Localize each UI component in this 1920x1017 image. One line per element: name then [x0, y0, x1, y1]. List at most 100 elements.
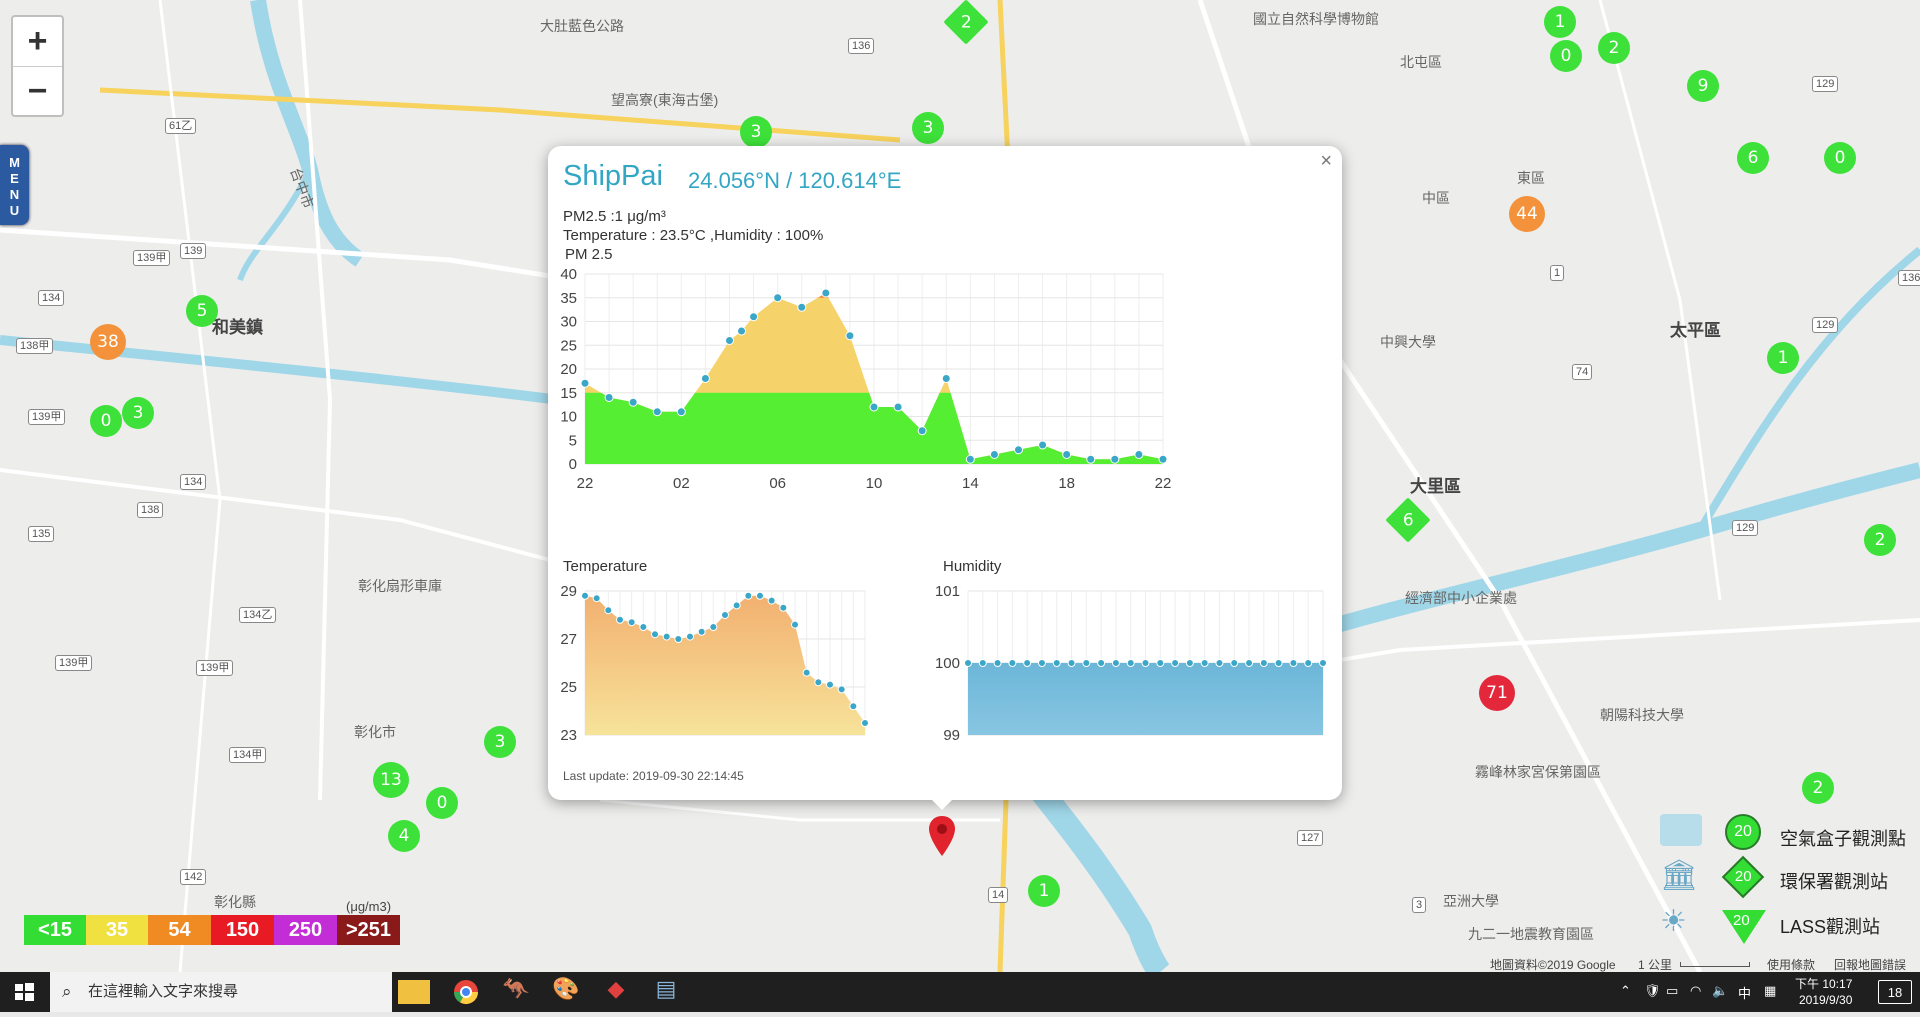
data-point: [964, 659, 972, 667]
scale-bar: [1680, 962, 1750, 967]
last-update: Last update: 2019-09-30 22:14:45: [563, 769, 744, 783]
report-link[interactable]: 回報地圖錯誤: [1834, 956, 1906, 972]
zoom-out-button[interactable]: −: [13, 66, 62, 115]
data-point: [662, 632, 671, 641]
sensor-marker[interactable]: 2: [1598, 32, 1630, 64]
legend-item: 150: [211, 915, 274, 945]
notification-center-icon[interactable]: 18: [1878, 980, 1912, 1004]
clock[interactable]: 下午 10:17 2019/9/30: [1795, 976, 1852, 1008]
sensor-marker[interactable]: 0: [1824, 142, 1856, 174]
taskbar-search[interactable]: ⌕ 在這裡輸入文字來搜尋: [50, 972, 392, 1012]
y-tick-label: 0: [569, 456, 577, 473]
map[interactable]: 大肚藍色公路 望高寮(東海古堡) 國立自然科學博物館 北屯區 中區 東區 太平區…: [0, 0, 1920, 972]
data-point: [767, 596, 776, 605]
data-point: [700, 374, 710, 383]
sensor-marker[interactable]: 38: [90, 324, 126, 360]
data-point: [1126, 659, 1135, 667]
data-point: [674, 635, 683, 643]
data-point: [837, 685, 846, 694]
notepad-icon[interactable]: ▤: [646, 976, 686, 1008]
scale-label: 1 公里: [1638, 958, 1673, 972]
battery-icon[interactable]: ▭: [1666, 983, 1678, 999]
road-shield: 127: [1297, 830, 1324, 846]
legend-item: >251: [337, 915, 400, 945]
data-point: [869, 402, 879, 412]
sensor-marker[interactable]: 3: [122, 397, 154, 429]
app-icon[interactable]: 🦘: [496, 976, 536, 1008]
data-point: [756, 591, 764, 600]
data-point: [989, 450, 999, 459]
sensor-marker[interactable]: 13: [373, 762, 409, 798]
data-point: [709, 623, 718, 631]
app-icon[interactable]: ◆: [596, 976, 636, 1008]
data-point: [627, 618, 636, 627]
tray-chevron-icon[interactable]: ⌃: [1620, 983, 1631, 999]
zoom-control: + −: [11, 15, 64, 117]
chrome-icon[interactable]: [446, 976, 486, 1008]
data-point: [802, 668, 811, 677]
data-point: [1230, 659, 1239, 667]
x-tick-label: 22: [1155, 475, 1172, 492]
sensor-marker[interactable]: 1: [1767, 342, 1799, 374]
pm25-reading: PM2.5 :1 μg/m³: [563, 208, 666, 225]
area-fill: [968, 663, 1323, 735]
road-shield: 139甲: [196, 660, 234, 676]
x-tick-label: 06: [769, 475, 786, 492]
data-point: [917, 426, 927, 436]
sensor-marker[interactable]: 4: [388, 820, 420, 852]
data-point: [1038, 440, 1048, 450]
selected-location-pin-icon[interactable]: [929, 816, 955, 856]
sensor-marker[interactable]: 3: [484, 726, 516, 758]
y-tick-label: 29: [560, 583, 577, 600]
data-point: [628, 397, 638, 407]
data-point: [604, 606, 613, 615]
data-point: [652, 407, 662, 417]
close-button[interactable]: ×: [1320, 150, 1332, 173]
road-shield: 1: [1550, 265, 1565, 281]
sensor-marker[interactable]: 71: [1479, 675, 1515, 711]
sensor-marker[interactable]: 5: [186, 295, 218, 327]
sensor-marker[interactable]: 2: [1802, 772, 1834, 804]
file-explorer-icon[interactable]: [398, 980, 430, 1004]
road-shield: 134: [180, 474, 207, 490]
wifi-icon[interactable]: ◠: [1690, 983, 1701, 999]
popup-tip: [928, 796, 956, 810]
lass-symbol-value: 20: [1733, 912, 1750, 929]
sensor-marker[interactable]: 0: [1550, 40, 1582, 72]
sensor-marker[interactable]: 6: [1737, 142, 1769, 174]
data-point: [1008, 659, 1017, 667]
data-point: [1062, 450, 1072, 459]
epa-label: 環保署觀測站: [1780, 872, 1888, 892]
sensor-marker[interactable]: 1: [1028, 875, 1060, 907]
ime-indicator[interactable]: 中: [1738, 983, 1751, 1002]
sensor-marker[interactable]: 9: [1687, 70, 1719, 102]
sensor-marker[interactable]: 0: [90, 405, 122, 437]
paint-icon[interactable]: 🎨: [546, 976, 586, 1008]
road-shield: 139甲: [133, 250, 171, 266]
terms-link[interactable]: 使用條款: [1767, 956, 1815, 972]
y-tick-label: 10: [560, 409, 577, 426]
data-point: [697, 627, 706, 636]
lass-label: LASS觀測站: [1780, 917, 1881, 937]
sensor-marker[interactable]: 3: [740, 116, 772, 148]
volume-icon[interactable]: 🔈: [1712, 983, 1728, 999]
windows-start-icon[interactable]: [0, 972, 48, 1012]
data-point: [1014, 445, 1023, 455]
sensor-marker[interactable]: 3: [912, 112, 944, 144]
data-point: [1259, 659, 1268, 667]
sensor-marker[interactable]: 1: [1544, 6, 1576, 38]
x-tick-label: 14: [962, 475, 979, 492]
tray-security-icon[interactable]: 🛡: [1644, 983, 1661, 999]
legend-item: 250: [274, 915, 337, 945]
road-shield: 138: [137, 502, 164, 518]
zoom-in-button[interactable]: +: [13, 17, 62, 66]
sensor-marker[interactable]: 0: [426, 787, 458, 819]
road-shield: 129: [1732, 520, 1759, 536]
data-point: [616, 615, 624, 624]
keyboard-icon[interactable]: ▦: [1764, 983, 1776, 999]
legend-item: <15: [24, 915, 86, 945]
menu-button[interactable]: MENU: [0, 145, 29, 225]
sensor-marker[interactable]: 44: [1509, 196, 1545, 232]
x-tick-label: 02: [673, 475, 690, 492]
sensor-marker[interactable]: 2: [1864, 524, 1896, 556]
